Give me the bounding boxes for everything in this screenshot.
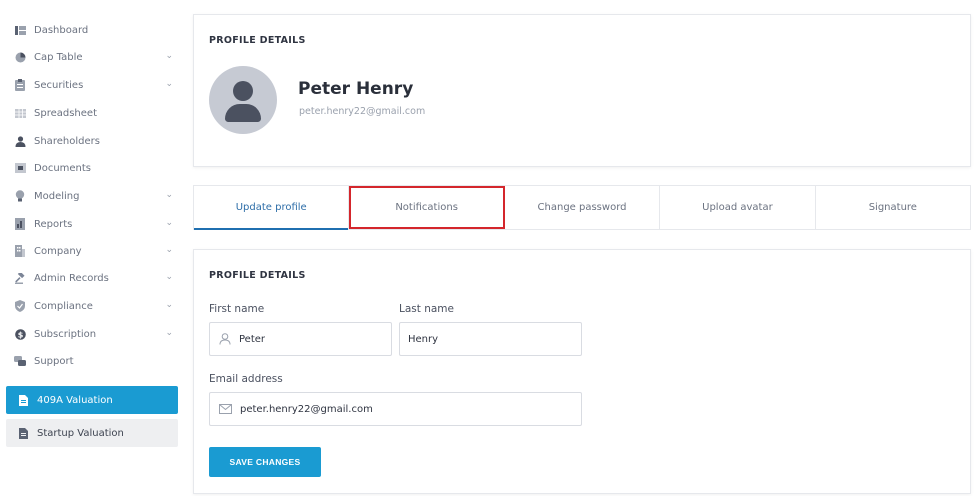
grid-icon — [14, 107, 26, 119]
sidebar-item-label: Company — [34, 245, 82, 257]
avatar — [209, 66, 277, 134]
building-icon — [14, 245, 26, 257]
document-icon — [17, 394, 29, 406]
sidebar: Dashboard Cap Table ⌄ Securities ⌄ Sprea… — [0, 0, 185, 496]
chevron-down-icon: ⌄ — [165, 245, 173, 255]
sidebar-item-label: Dashboard — [34, 24, 89, 36]
person-icon — [14, 135, 26, 147]
sidebar-item-admin-records[interactable]: Admin Records ⌄ — [14, 268, 179, 288]
lightbulb-icon — [14, 190, 26, 202]
sidebar-item-reports[interactable]: Reports ⌄ — [14, 214, 179, 234]
startup-valuation-label: Startup Valuation — [37, 427, 124, 439]
dollar-icon: $ — [14, 328, 26, 340]
last-name-input[interactable] — [408, 333, 581, 345]
user-icon — [219, 332, 231, 346]
sidebar-item-label: Documents — [34, 162, 92, 174]
profile-name: Peter Henry — [298, 79, 414, 99]
tab-upload-avatar[interactable]: Upload avatar — [660, 186, 816, 229]
sidebar-item-label: Support — [34, 355, 74, 367]
sidebar-item-label: Spreadsheet — [34, 107, 97, 119]
valuation-409a-button[interactable]: 409A Valuation — [6, 386, 178, 414]
profile-header-title: PROFILE DETAILS — [209, 35, 306, 46]
report-icon — [14, 218, 26, 230]
chevron-down-icon: ⌄ — [165, 328, 173, 338]
sidebar-item-label: Reports — [34, 218, 73, 230]
sidebar-item-label: Modeling — [34, 190, 80, 202]
sidebar-item-modeling[interactable]: Modeling ⌄ — [14, 186, 179, 206]
tab-change-password[interactable]: Change password — [505, 186, 661, 229]
folder-icon — [14, 162, 26, 174]
chevron-down-icon: ⌄ — [165, 190, 173, 200]
first-name-field[interactable] — [209, 322, 392, 356]
dashboard-icon — [14, 24, 26, 36]
chevron-down-icon: ⌄ — [165, 51, 173, 61]
tab-update-profile[interactable]: Update profile — [194, 186, 350, 230]
sidebar-item-support[interactable]: Support — [14, 351, 179, 371]
clipboard-icon — [14, 79, 26, 91]
sidebar-item-securities[interactable]: Securities ⌄ — [14, 75, 179, 95]
last-name-field[interactable] — [399, 322, 582, 356]
svg-text:$: $ — [17, 330, 23, 339]
startup-valuation-button[interactable]: Startup Valuation — [6, 419, 178, 447]
chevron-down-icon: ⌄ — [165, 300, 173, 310]
sidebar-item-label: Admin Records — [34, 272, 109, 284]
sidebar-item-label: Compliance — [34, 300, 93, 312]
sidebar-item-label: Subscription — [34, 328, 97, 340]
gavel-icon — [14, 272, 26, 284]
email-field[interactable] — [209, 392, 582, 426]
chevron-down-icon: ⌄ — [165, 272, 173, 282]
sidebar-item-spreadsheet[interactable]: Spreadsheet — [14, 103, 179, 123]
sidebar-item-label: Cap Table — [34, 51, 83, 63]
sidebar-item-documents[interactable]: Documents — [14, 158, 179, 178]
sidebar-item-compliance[interactable]: Compliance ⌄ — [14, 296, 179, 316]
email-input[interactable] — [240, 403, 581, 415]
sidebar-item-subscription[interactable]: $ Subscription ⌄ — [14, 324, 179, 344]
pie-chart-icon — [14, 51, 26, 63]
mail-icon — [219, 402, 232, 416]
sidebar-item-label: Securities — [34, 79, 84, 91]
sidebar-item-cap-table[interactable]: Cap Table ⌄ — [14, 47, 179, 67]
valuation-409a-label: 409A Valuation — [37, 394, 113, 406]
sidebar-item-shareholders[interactable]: Shareholders — [14, 131, 179, 151]
chevron-down-icon: ⌄ — [165, 218, 173, 228]
profile-form-card: PROFILE DETAILS First name Last name Ema… — [193, 249, 971, 494]
sidebar-item-dashboard[interactable]: Dashboard — [14, 20, 179, 40]
document-icon — [17, 427, 29, 439]
email-label: Email address — [209, 373, 283, 385]
shield-icon — [14, 300, 26, 312]
save-changes-button[interactable]: SAVE CHANGES — [209, 447, 321, 477]
tab-signature[interactable]: Signature — [816, 186, 970, 229]
chat-icon — [14, 355, 26, 367]
tab-notifications[interactable]: Notifications — [349, 186, 505, 229]
chevron-down-icon: ⌄ — [165, 79, 173, 89]
last-name-label: Last name — [399, 303, 454, 315]
profile-email: peter.henry22@gmail.com — [299, 106, 426, 117]
first-name-label: First name — [209, 303, 265, 315]
sidebar-item-company[interactable]: Company ⌄ — [14, 241, 179, 261]
profile-tabs: Update profile Notifications Change pass… — [193, 185, 971, 230]
first-name-input[interactable] — [239, 333, 391, 345]
sidebar-item-label: Shareholders — [34, 135, 100, 147]
profile-header-card: PROFILE DETAILS Peter Henry peter.henry2… — [193, 14, 971, 167]
form-title: PROFILE DETAILS — [209, 270, 306, 281]
